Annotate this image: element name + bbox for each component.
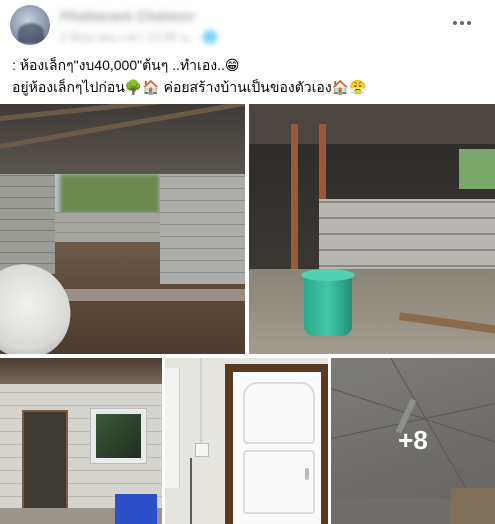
photo-block-wall[interactable] xyxy=(249,104,495,354)
more-photos-overlay[interactable]: +8 xyxy=(331,358,495,524)
photo-floor-slab[interactable] xyxy=(0,104,245,354)
photo-gallery: +8 xyxy=(0,104,495,524)
post-timestamp[interactable]: 2 มิถุนายน เวลา 12:00 น. · 🌐 xyxy=(60,28,217,47)
caption-line-1: : ห้องเล็กๆ"งบ40,000"ต้นๆ ..ทำเอง..😁 xyxy=(12,57,240,73)
photo-room-window[interactable] xyxy=(0,358,162,524)
photo-ceiling-more[interactable]: +8 xyxy=(331,358,495,524)
post-caption: : ห้องเล็กๆ"งบ40,000"ต้นๆ ..ทำเอง..😁 อยู… xyxy=(12,54,487,98)
more-options-button[interactable] xyxy=(448,12,476,34)
author-avatar[interactable] xyxy=(10,5,50,45)
more-horizontal-icon xyxy=(453,21,457,25)
post-header: Phattanant Chaiwon 2 มิถุนายน เวลา 12:00… xyxy=(0,0,495,48)
caption-line-2: อยู่ห้องเล็กๆไปก่อน🌳🏠 ค่อยสร้างบ้านเป็นข… xyxy=(12,79,367,95)
author-name[interactable]: Phattanant Chaiwon xyxy=(60,8,195,24)
more-photos-count: +8 xyxy=(398,424,428,455)
photo-white-door[interactable] xyxy=(165,358,328,524)
